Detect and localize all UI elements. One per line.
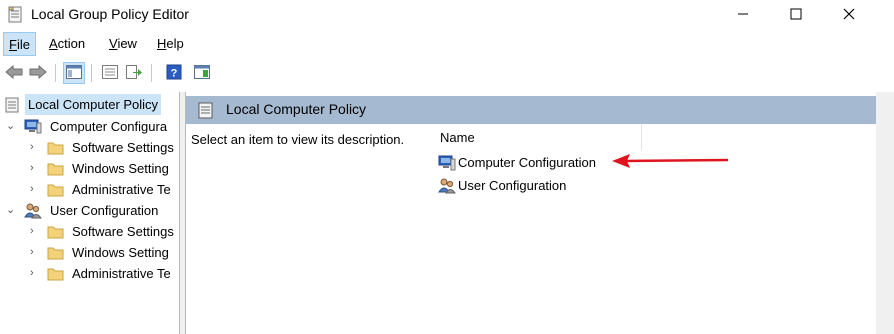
tree-item-computer-administrative-templates[interactable]: › Administrative Te <box>0 179 179 200</box>
result-pane: Local Computer Policy Select an item to … <box>186 92 876 334</box>
tree-item-user-administrative-templates[interactable]: › Administrative Te <box>0 263 179 284</box>
tree-label: Windows Setting <box>72 161 169 176</box>
minimize-icon <box>737 8 749 23</box>
help-button[interactable]: ? <box>163 62 185 84</box>
chevron-right-icon[interactable]: › <box>30 242 40 263</box>
folder-icon <box>47 245 64 260</box>
policy-document-icon <box>8 6 22 23</box>
users-icon <box>438 178 456 194</box>
result-header-title: Local Computer Policy <box>226 101 367 117</box>
show-action-pane-button[interactable] <box>191 62 213 84</box>
list-item-label: Computer Configuration <box>458 155 597 170</box>
column-header-label: Name <box>440 130 475 145</box>
tree-label: Software Settings <box>72 140 174 155</box>
chevron-down-icon[interactable]: ⌄ <box>6 116 16 137</box>
menu-file[interactable]: File <box>3 32 36 56</box>
header-tab: Local Computer Policy <box>186 96 416 124</box>
policy-document-icon <box>5 97 21 113</box>
chevron-right-icon[interactable]: › <box>30 137 40 158</box>
action-pane-icon <box>194 64 210 82</box>
menu-action[interactable]: Action <box>44 32 90 56</box>
description-text: Select an item to view its description. <box>191 132 405 147</box>
chevron-down-icon[interactable]: ⌄ <box>6 200 16 221</box>
toolbar-separator <box>55 64 56 82</box>
show-hide-console-tree-button[interactable] <box>63 62 85 84</box>
console-tree: Local Computer Policy ⌄ Computer Configu… <box>0 92 180 334</box>
tree-item-computer-software-settings[interactable]: › Software Settings <box>0 137 179 158</box>
properties-button[interactable] <box>99 62 121 84</box>
vertical-scrollbar[interactable] <box>876 92 894 334</box>
maximize-button[interactable] <box>773 0 819 30</box>
tree-label: Computer Configura <box>50 119 168 134</box>
folder-icon <box>47 140 64 155</box>
export-list-button[interactable] <box>123 62 145 84</box>
close-button[interactable] <box>826 0 872 30</box>
users-icon <box>24 203 42 219</box>
tree-item-local-computer-policy[interactable]: Local Computer Policy <box>0 94 179 115</box>
tree-item-user-configuration[interactable]: ⌄ User Configuration <box>0 200 179 221</box>
tree-label: Administrative Te <box>72 266 171 281</box>
folder-icon <box>47 224 64 239</box>
help-icon: ? <box>166 64 182 83</box>
chevron-right-icon[interactable]: › <box>30 263 40 284</box>
back-button[interactable] <box>3 62 25 84</box>
folder-icon <box>47 266 64 281</box>
column-header-name[interactable]: Name <box>426 124 642 150</box>
back-arrow-icon <box>5 64 23 82</box>
properties-icon <box>102 64 118 82</box>
forward-button[interactable] <box>27 62 49 84</box>
close-icon <box>843 8 855 23</box>
folder-icon <box>47 161 64 176</box>
tree-label: Local Computer Policy <box>25 94 162 115</box>
tree-item-computer-windows-settings[interactable]: › Windows Setting <box>0 158 179 179</box>
list-item-label: User Configuration <box>458 178 567 193</box>
toolbar-separator <box>151 64 152 82</box>
export-list-icon <box>126 64 142 82</box>
computer-icon <box>24 119 42 134</box>
annotation-arrow-icon <box>612 154 729 168</box>
menu-bar: File Action View Help <box>0 32 894 56</box>
policy-document-icon <box>198 102 213 119</box>
folder-icon <box>47 182 64 197</box>
tree-item-computer-configuration[interactable]: ⌄ Computer Configura <box>0 116 179 137</box>
title-bar: Local Group Policy Editor <box>0 0 894 30</box>
tree-label: Software Settings <box>72 224 174 239</box>
menu-view[interactable]: View <box>104 32 142 56</box>
tree-label: Windows Setting <box>72 245 169 260</box>
chevron-right-icon[interactable]: › <box>30 158 40 179</box>
toolbar: ? <box>0 60 894 88</box>
toolbar-separator <box>91 64 92 82</box>
result-header: Local Computer Policy <box>186 96 876 124</box>
tree-item-user-windows-settings[interactable]: › Windows Setting <box>0 242 179 263</box>
svg-text:?: ? <box>171 67 178 79</box>
maximize-icon <box>790 8 802 23</box>
chevron-right-icon[interactable]: › <box>30 221 40 242</box>
forward-arrow-icon <box>29 64 47 82</box>
window-title: Local Group Policy Editor <box>31 6 189 22</box>
console-tree-icon <box>66 64 82 82</box>
minimize-button[interactable] <box>720 0 766 30</box>
tree-label: User Configuration <box>50 203 159 218</box>
tree-item-user-software-settings[interactable]: › Software Settings <box>0 221 179 242</box>
computer-icon <box>438 155 456 171</box>
tree-label: Administrative Te <box>72 182 171 197</box>
chevron-right-icon[interactable]: › <box>30 179 40 200</box>
menu-help[interactable]: Help <box>152 32 189 56</box>
